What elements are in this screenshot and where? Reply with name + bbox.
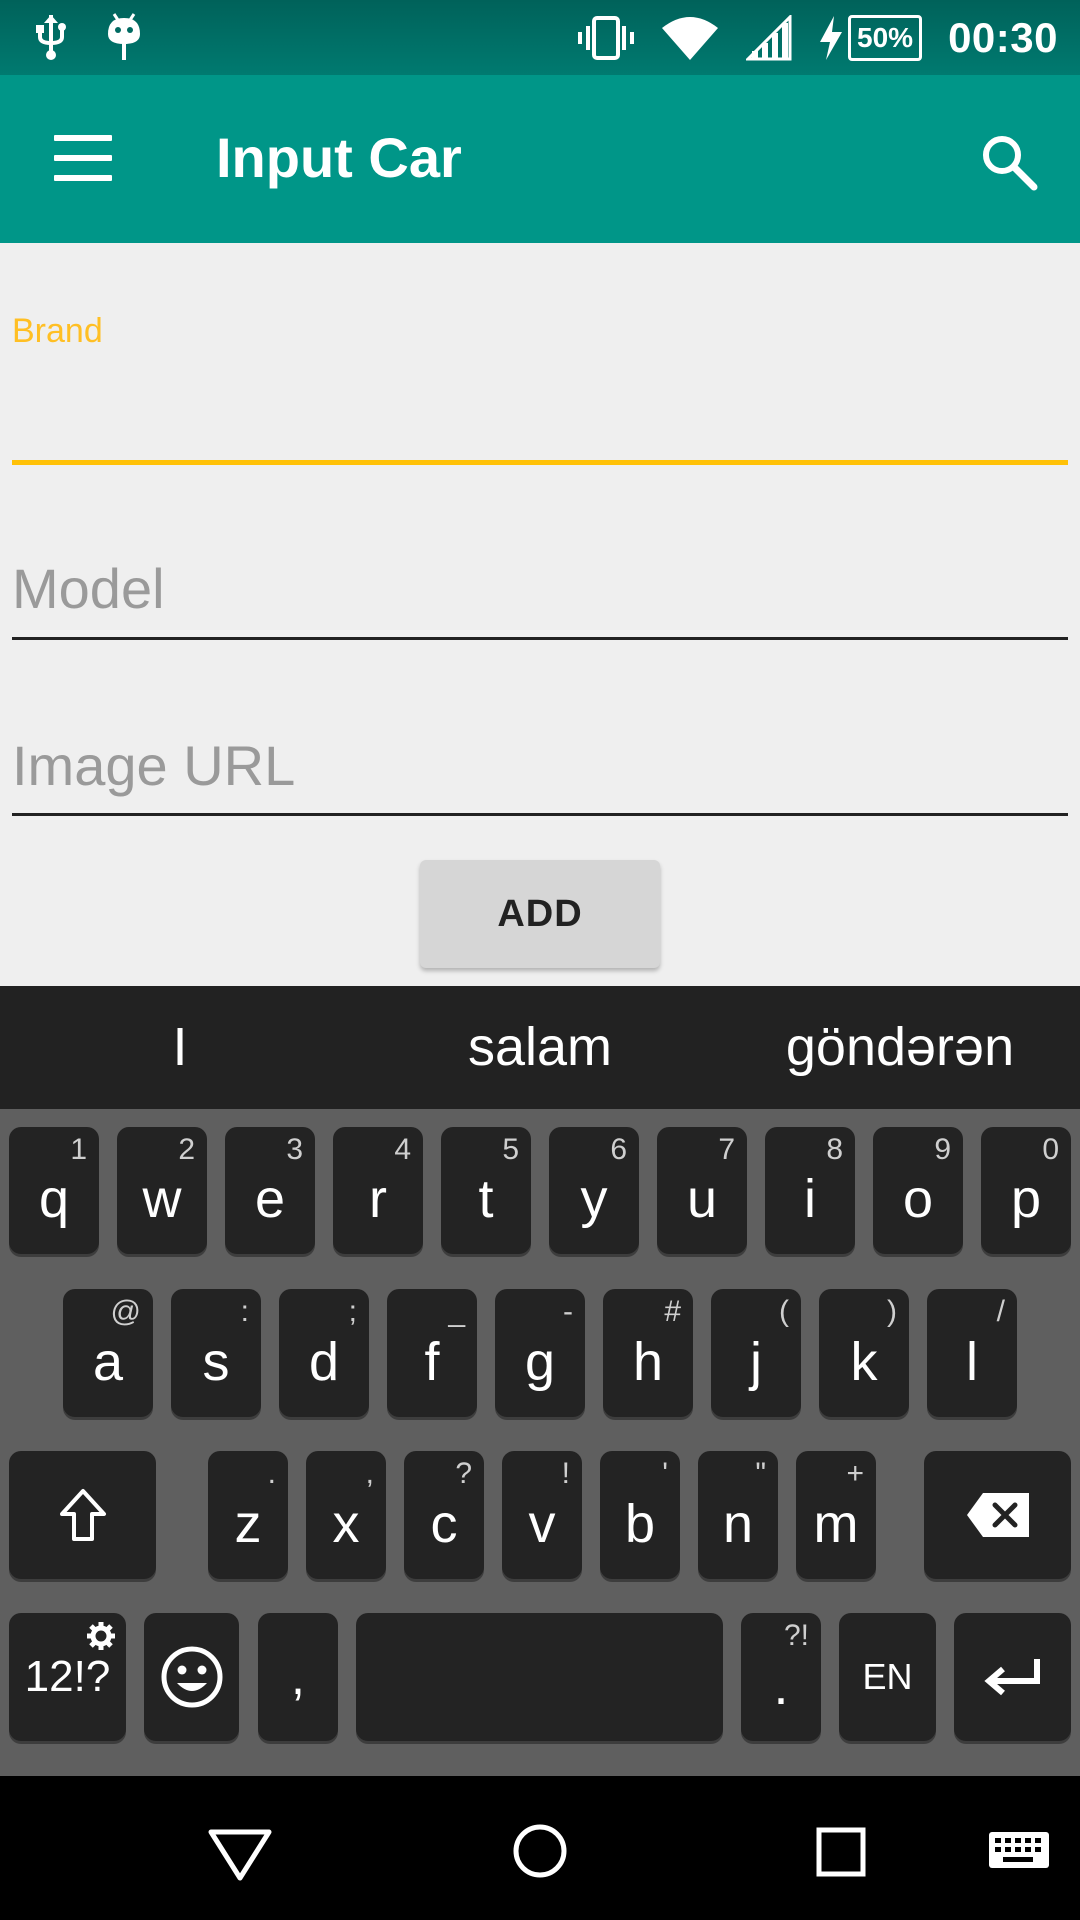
comma-key[interactable]: , xyxy=(258,1613,338,1741)
suggestion-1[interactable]: I xyxy=(0,986,360,1109)
shift-key[interactable] xyxy=(9,1451,156,1579)
key-h[interactable]: # h xyxy=(603,1289,693,1417)
key-a[interactable]: @ a xyxy=(63,1289,153,1417)
emoji-key[interactable] xyxy=(144,1613,239,1741)
menu-icon[interactable] xyxy=(54,135,112,181)
backspace-icon xyxy=(966,1493,1029,1537)
key-t[interactable]: 5t xyxy=(441,1127,531,1254)
key-u[interactable]: 7u xyxy=(657,1127,747,1254)
enter-icon xyxy=(983,1659,1040,1696)
page-title: Input Car xyxy=(216,126,462,189)
key-g[interactable]: -g xyxy=(495,1289,585,1417)
add-button[interactable]: ADD xyxy=(420,860,660,968)
key-o[interactable]: 9o xyxy=(873,1127,963,1254)
home-icon[interactable] xyxy=(505,1816,575,1886)
shift-icon xyxy=(59,1489,106,1541)
battery-indicator: 50% xyxy=(818,14,923,61)
search-icon[interactable] xyxy=(978,131,1038,191)
keyboard: 1q 2w 3e 4r 5t 6y 7u 8i 9o 0p @ a :s ; d _… xyxy=(0,1109,1080,1776)
enter-key[interactable] xyxy=(954,1613,1071,1741)
key-b[interactable]: ' b xyxy=(600,1451,680,1579)
suggestion-2[interactable]: salam xyxy=(360,986,720,1109)
key-p[interactable]: 0p xyxy=(981,1127,1071,1254)
recents-icon[interactable] xyxy=(805,1816,875,1886)
key-j[interactable]: (j xyxy=(711,1289,801,1417)
keyboard-icon[interactable] xyxy=(985,1816,1053,1886)
emoji-icon xyxy=(161,1646,222,1708)
brand-label: Brand xyxy=(12,312,103,350)
usb-icon xyxy=(36,15,66,60)
key-n[interactable]: " n xyxy=(698,1451,778,1579)
model-placeholder: Model xyxy=(12,557,165,620)
key-y[interactable]: 6y xyxy=(549,1127,639,1254)
key-f[interactable]: _ f xyxy=(387,1289,477,1417)
suggestion-strip: I salam göndərən xyxy=(0,986,1080,1109)
image-url-placeholder: Image URL xyxy=(12,734,296,797)
signal-icon xyxy=(746,14,792,60)
model-field-underline xyxy=(12,637,1068,640)
key-m[interactable]: + m xyxy=(796,1451,876,1579)
key-l[interactable]: / l xyxy=(927,1289,1017,1417)
key-q[interactable]: 1q xyxy=(9,1127,99,1254)
key-w[interactable]: 2w xyxy=(117,1127,207,1254)
key-k[interactable]: ) k xyxy=(819,1289,909,1417)
app-bar: Input Car xyxy=(0,75,1080,243)
symbols-key[interactable]: 12!? xyxy=(9,1613,126,1741)
key-c[interactable]: ? c xyxy=(404,1451,484,1579)
status-bar: 50% 00:30 xyxy=(0,0,1080,75)
key-e[interactable]: 3e xyxy=(225,1127,315,1254)
clock: 00:30 xyxy=(948,13,1058,61)
key-s[interactable]: :s xyxy=(171,1289,261,1417)
vibrate-icon xyxy=(578,15,635,60)
navigation-bar xyxy=(0,1776,1080,1920)
back-icon[interactable] xyxy=(205,1816,275,1886)
language-key[interactable]: EN xyxy=(839,1613,936,1741)
battery-level: 50% xyxy=(848,14,923,61)
space-key[interactable] xyxy=(356,1613,723,1741)
brand-field-underline xyxy=(12,460,1068,465)
key-z[interactable]: .z xyxy=(208,1451,288,1579)
wifi-icon xyxy=(662,16,719,60)
suggestion-3[interactable]: göndərən xyxy=(720,986,1080,1109)
key-d[interactable]: ; d xyxy=(279,1289,369,1417)
key-v[interactable]: ! v xyxy=(502,1451,582,1579)
key-r[interactable]: 4r xyxy=(333,1127,423,1254)
image-url-field-underline xyxy=(12,813,1068,816)
charging-icon xyxy=(820,15,843,60)
key-i[interactable]: 8i xyxy=(765,1127,855,1254)
backspace-key[interactable] xyxy=(924,1451,1071,1579)
period-key[interactable]: ?! . xyxy=(741,1613,821,1741)
key-x[interactable]: ,x xyxy=(306,1451,386,1579)
android-icon xyxy=(108,13,140,60)
